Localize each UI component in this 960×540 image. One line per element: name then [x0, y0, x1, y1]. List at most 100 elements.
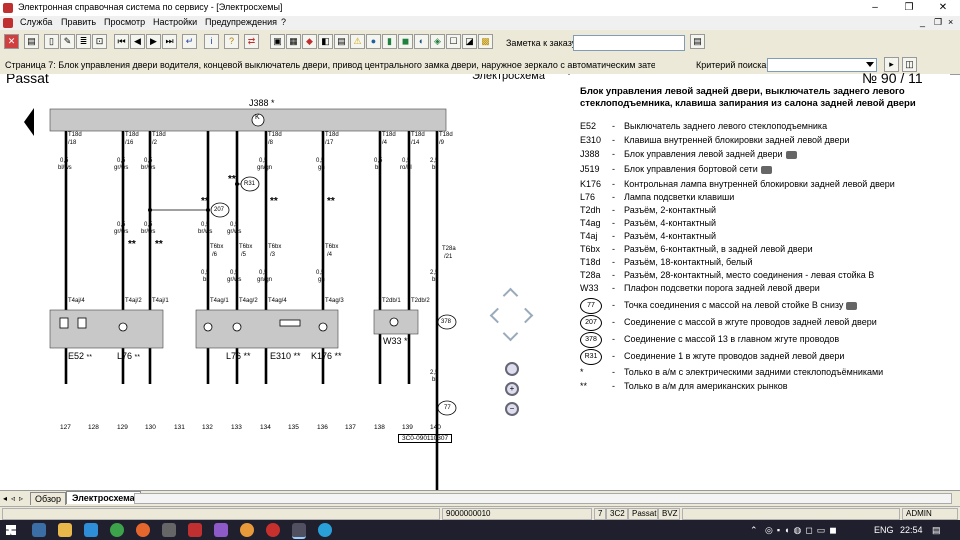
- component-label-l76-b: L76 **: [226, 351, 251, 361]
- order-note-field[interactable]: [573, 35, 685, 51]
- start-icon[interactable]: [6, 525, 16, 535]
- component-w33-mark: *: [404, 336, 408, 346]
- tab-scrollbar[interactable]: [134, 493, 952, 504]
- tool-j-icon[interactable]: ▩: [478, 34, 493, 49]
- notifications-icon[interactable]: ▤: [932, 525, 941, 536]
- mdi-close-button[interactable]: ×: [948, 17, 953, 27]
- app-icon: [3, 3, 13, 13]
- col-137: 137: [345, 424, 356, 431]
- car-icon[interactable]: ⊡: [92, 34, 107, 49]
- toolbar: ✕ ▤ ▯ ✎ ≣ ⊡ ⏮ ◀ ▶ ⏭ ↵ i ? ⇄ ▣ ▦ ◆ ◧ ▤ ⚠ …: [0, 30, 960, 57]
- ground-label-378: 378: [441, 319, 452, 325]
- tool-b-icon[interactable]: ▦: [286, 34, 301, 49]
- tab-scroll-prev-icon[interactable]: ◃: [11, 494, 15, 503]
- search-criteria-field[interactable]: [767, 58, 877, 72]
- menu-settings[interactable]: Настройки: [153, 17, 197, 27]
- menu-help[interactable]: ?: [281, 17, 286, 27]
- page-title: Страница 7: Блок управления двери водите…: [5, 60, 655, 70]
- menu-view[interactable]: Просмотр: [104, 17, 145, 27]
- tab-electroscheme[interactable]: Электросхема: [66, 491, 141, 504]
- print-icon[interactable]: ▤: [24, 34, 39, 49]
- edit-doc-icon[interactable]: ✎: [60, 34, 75, 49]
- next-page-icon[interactable]: ▶: [146, 34, 161, 49]
- app-e-icon[interactable]: [266, 523, 280, 537]
- legend-item: T4aj - Разъём, 4-контактный: [580, 231, 717, 241]
- tool-i-icon[interactable]: ◪: [462, 34, 477, 49]
- col-129: 129: [117, 424, 128, 431]
- notes-icon[interactable]: ▤: [690, 34, 705, 49]
- legend-item: K176- Контрольная лампа внутренней блоки…: [580, 179, 895, 189]
- tool-a-icon[interactable]: ▣: [270, 34, 285, 49]
- new-doc-icon[interactable]: ▯: [44, 34, 59, 49]
- zoom-fit-icon[interactable]: [505, 362, 519, 376]
- tool-e-icon[interactable]: ▤: [334, 34, 349, 49]
- app-active-icon[interactable]: [292, 523, 306, 539]
- clipboard-icon[interactable]: ☐: [446, 34, 461, 49]
- chrome-icon[interactable]: [110, 523, 124, 537]
- camera-icon[interactable]: [760, 165, 772, 174]
- wire-size-3b: 0,5: [144, 222, 153, 228]
- menu-service[interactable]: Служба: [20, 17, 52, 27]
- terminal-conn-10b: T28a: [442, 246, 456, 252]
- menu-warnings[interactable]: Предупреждения: [205, 17, 277, 27]
- zoom-out-icon[interactable]: −: [505, 402, 519, 416]
- search-dropdown-arrow-icon[interactable]: [866, 62, 874, 67]
- language-indicator[interactable]: ENG: [874, 525, 894, 535]
- warning-icon[interactable]: ⚠: [350, 34, 365, 49]
- tray-up-icon[interactable]: ⌃: [750, 525, 758, 536]
- component-k176-code: K176: [311, 351, 333, 361]
- book-icon[interactable]: ◼: [398, 34, 413, 49]
- close-button[interactable]: ✕: [926, 0, 960, 16]
- info-icon[interactable]: i: [204, 34, 219, 49]
- tab-bar: ◂ ◃ ▹ Обзор Электросхема: [0, 490, 960, 507]
- component-l76a-code: L76: [117, 351, 133, 361]
- mdi-minimize-button[interactable]: _: [920, 17, 925, 27]
- tool-red-icon[interactable]: ✕: [4, 34, 19, 49]
- app-c-icon[interactable]: [214, 523, 228, 537]
- legend-item: ** - Только в а/м для американских рынков: [580, 381, 788, 391]
- menu-edit[interactable]: Править: [61, 17, 96, 27]
- tool-h-icon[interactable]: ◈: [430, 34, 445, 49]
- taskview-icon[interactable]: [32, 523, 46, 537]
- tool-d-icon[interactable]: ◧: [318, 34, 333, 49]
- zoom-in-icon[interactable]: +: [505, 382, 519, 396]
- tool-g-icon[interactable]: ◐: [414, 34, 429, 49]
- swap-icon[interactable]: ⇄: [244, 34, 259, 49]
- help-icon[interactable]: ?: [224, 34, 239, 49]
- mdi-restore-button[interactable]: ❐: [934, 17, 942, 28]
- explorer-icon[interactable]: [58, 523, 72, 537]
- tool-c-icon[interactable]: ◆: [302, 34, 317, 49]
- legend-item: T4ag - Разъём, 4-контактный: [580, 218, 717, 228]
- status-bar: 9000000010 7 3C2 Passat BVZ ADMIN: [0, 506, 960, 521]
- app-b-icon[interactable]: [188, 523, 202, 537]
- tab-overview[interactable]: Обзор: [30, 492, 66, 505]
- terminal-pin-10: /9: [439, 140, 445, 146]
- col-130: 130: [145, 424, 156, 431]
- wire-color-7: gn: [318, 165, 325, 171]
- tool-f-icon[interactable]: ▮: [382, 34, 397, 49]
- doc-list-icon[interactable]: ≣: [76, 34, 91, 49]
- firefox-icon[interactable]: [136, 523, 150, 537]
- tray-icons[interactable]: ◎▪◖◍◻▭◼: [765, 525, 865, 536]
- last-page-icon[interactable]: ⏭: [162, 34, 177, 49]
- return-icon[interactable]: ↵: [182, 34, 197, 49]
- prev-page-icon[interactable]: ◀: [130, 34, 145, 49]
- tab-scroll-first-icon[interactable]: ◂: [3, 494, 7, 503]
- search-criteria-label: Критерий поиска:: [696, 60, 769, 70]
- component-label-l76-a: L76 **: [117, 351, 140, 361]
- telegram-icon[interactable]: [318, 523, 332, 537]
- wire-size-5b: 0,5: [230, 270, 239, 276]
- camera-icon[interactable]: [785, 150, 797, 159]
- restore-button[interactable]: ❐: [892, 0, 926, 16]
- wire-size-6b: 0,5: [259, 270, 268, 276]
- app-a-icon[interactable]: [162, 523, 176, 537]
- first-page-icon[interactable]: ⏮: [114, 34, 129, 49]
- minimize-button[interactable]: –: [858, 0, 892, 16]
- camera-icon[interactable]: [846, 301, 858, 310]
- globe-icon[interactable]: ●: [366, 34, 381, 49]
- tab-scroll-next-icon[interactable]: ▹: [19, 494, 23, 503]
- edge-icon[interactable]: [84, 523, 98, 537]
- status-empty-mid: [682, 508, 900, 520]
- clock[interactable]: 22:54: [900, 525, 923, 535]
- app-d-icon[interactable]: [240, 523, 254, 537]
